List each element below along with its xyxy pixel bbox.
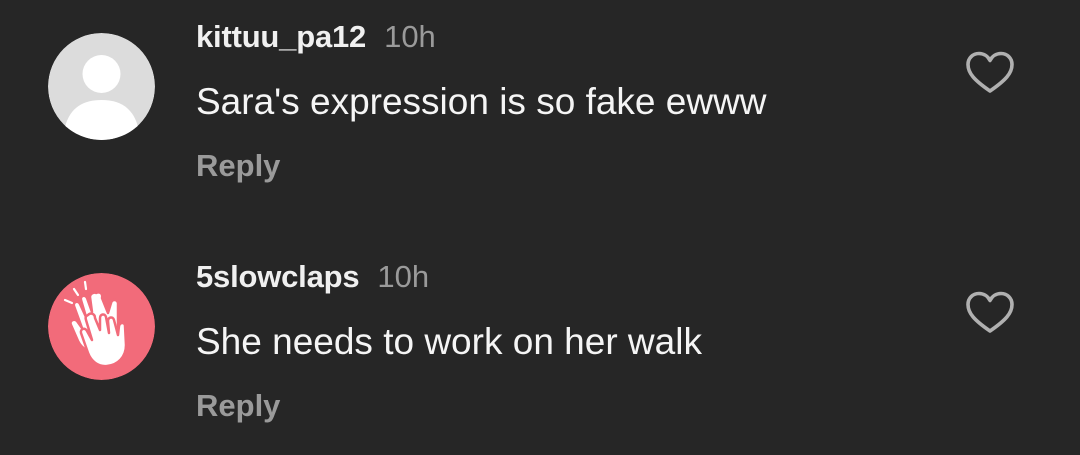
like-button[interactable] bbox=[964, 50, 1016, 96]
user-avatar[interactable] bbox=[48, 33, 155, 140]
comment-text: She needs to work on her walk bbox=[196, 321, 702, 362]
heart-outline-icon bbox=[966, 51, 1014, 93]
comment-item: 5slowclaps 10h She needs to work on her w… bbox=[0, 240, 1080, 440]
reply-button[interactable]: Reply bbox=[196, 386, 280, 426]
username-link[interactable]: 5slowclaps bbox=[196, 259, 360, 294]
clapping-hands-icon bbox=[48, 273, 155, 380]
comment-item: kittuu_pa12 10h Sara's expression is so f… bbox=[0, 0, 1080, 200]
reply-button[interactable]: Reply bbox=[196, 146, 280, 186]
comment-header: kittuu_pa12 10h bbox=[196, 17, 436, 57]
username-link[interactable]: kittuu_pa12 bbox=[196, 19, 366, 54]
user-avatar[interactable] bbox=[48, 273, 155, 380]
like-button[interactable] bbox=[964, 290, 1016, 336]
comment-timestamp: 10h bbox=[377, 259, 430, 294]
comment-header: 5slowclaps 10h bbox=[196, 257, 429, 297]
default-user-avatar-icon bbox=[48, 33, 155, 140]
heart-outline-icon bbox=[966, 291, 1014, 333]
comment-text: Sara's expression is so fake ewww bbox=[196, 81, 767, 122]
comment-timestamp: 10h bbox=[384, 19, 436, 54]
